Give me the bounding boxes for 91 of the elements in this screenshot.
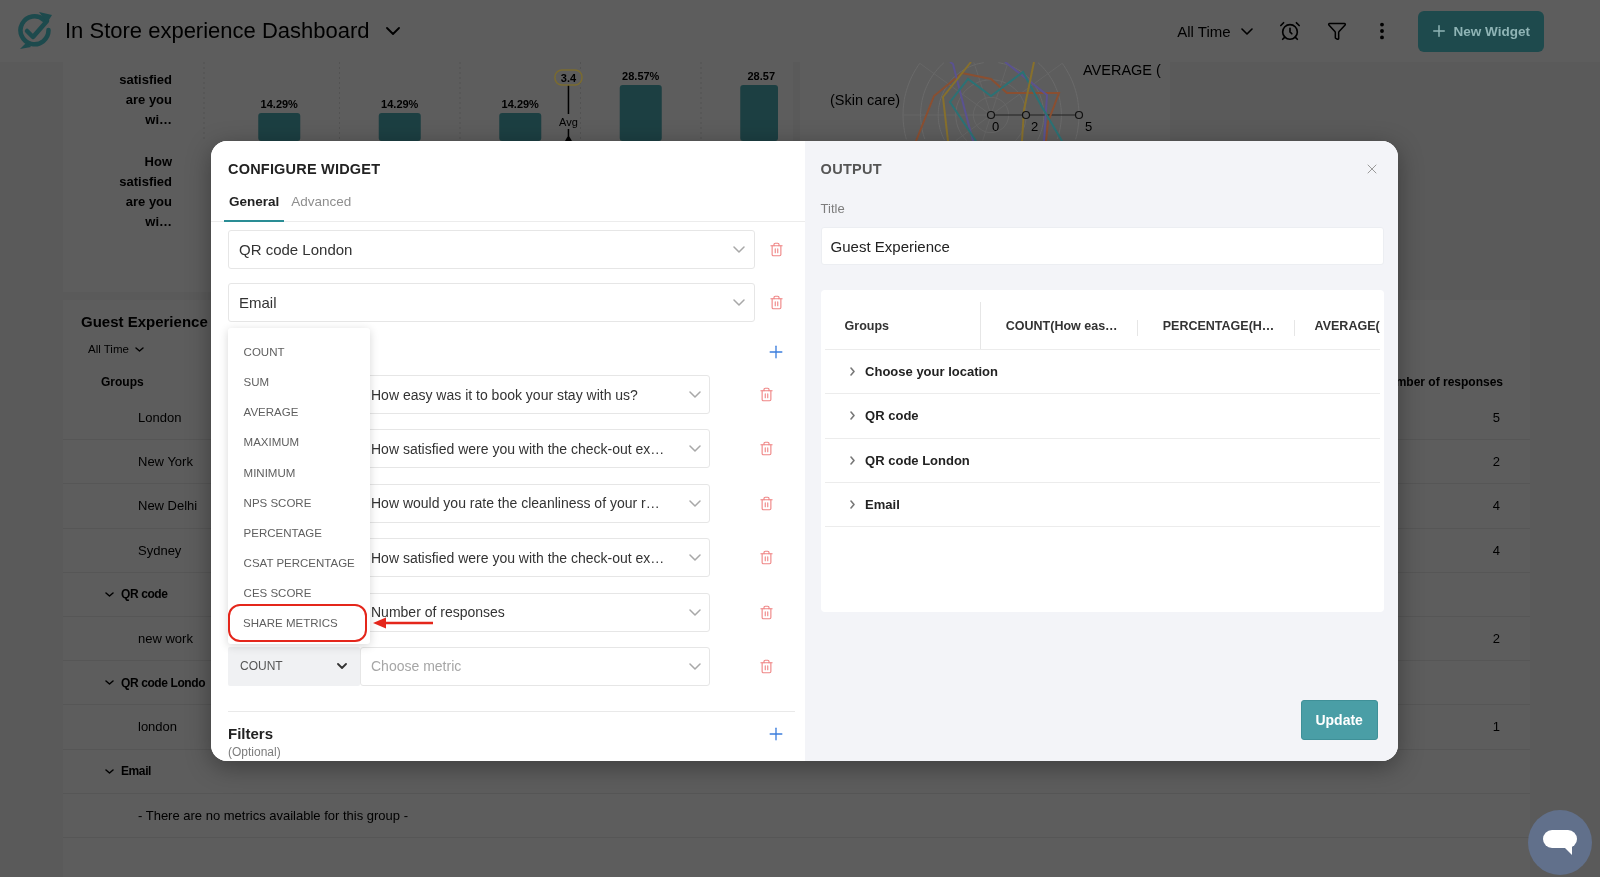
- alarm-clock-icon[interactable]: [1278, 20, 1301, 42]
- bar-value-label: 28.57%: [622, 70, 660, 82]
- chevron-down-icon: [733, 246, 745, 253]
- chevron-down-icon: [689, 608, 701, 616]
- chart-bar: [619, 85, 662, 141]
- question-label: satisfied are you wi…: [118, 71, 172, 129]
- axis-tick-label: 2: [1031, 119, 1039, 134]
- card-title: Guest Experience: [81, 312, 208, 332]
- chart-bar: [499, 113, 542, 141]
- row-name: New Delhi: [138, 498, 198, 514]
- average-caption: Avg: [559, 116, 578, 128]
- new-widget-button[interactable]: New Widget: [1417, 10, 1544, 52]
- menu-item[interactable]: COUNT: [228, 337, 370, 368]
- group-select[interactable]: QR code London: [228, 230, 755, 269]
- empty-group-note: - There are no metrics available for this group -: [138, 807, 408, 823]
- column-header: COUNT(How eas…: [981, 302, 1139, 349]
- section-hint: (Optional): [228, 745, 281, 759]
- axis-tick-marker: [1021, 110, 1031, 120]
- title-input[interactable]: Guest Experience: [820, 227, 1384, 265]
- chevron-down-icon[interactable]: [104, 680, 114, 686]
- chevron-down-icon[interactable]: [104, 768, 114, 774]
- trash-icon[interactable]: [758, 604, 774, 620]
- row-name: Sydney: [138, 542, 182, 558]
- panel-title: OUTPUT: [820, 161, 882, 177]
- axis-tick-marker: [986, 110, 996, 120]
- chevron-down-icon: [733, 299, 745, 306]
- row-value: 2: [1492, 454, 1500, 470]
- chevron-down-icon[interactable]: [104, 591, 114, 597]
- trash-icon[interactable]: [768, 242, 784, 257]
- chevron-down-icon: [689, 499, 701, 507]
- bar-value-label: 14.29%: [260, 98, 298, 110]
- chevron-right-icon[interactable]: [849, 500, 855, 510]
- chevron-down-icon: [689, 445, 701, 453]
- trash-icon[interactable]: [768, 295, 784, 310]
- chevron-down-icon: [337, 663, 347, 670]
- column-header: Groups: [101, 374, 144, 389]
- trash-icon[interactable]: [758, 495, 774, 511]
- tab[interactable]: General: [224, 194, 285, 222]
- filter-icon[interactable]: [1326, 21, 1347, 41]
- group-select[interactable]: Email: [228, 283, 755, 322]
- bar-value-label: 14.29%: [381, 98, 419, 110]
- radar-axis-label: (Skin care): [830, 92, 901, 108]
- chevron-down-icon: [689, 662, 701, 670]
- question-label: How satisfied are you wi…: [118, 153, 172, 231]
- panel-title: CONFIGURE WIDGET: [228, 160, 381, 178]
- row-name: new work: [138, 631, 193, 647]
- column-header: AVERAGE(: [1313, 317, 1380, 335]
- group-name: QR code Londo: [121, 675, 206, 690]
- axis-tick-label: 5: [1085, 119, 1093, 134]
- group-name: Choose your location: [865, 364, 998, 380]
- axis-tick-marker: [1074, 110, 1084, 120]
- section-title: Filters: [228, 724, 273, 743]
- group-name: QR code: [121, 587, 168, 602]
- dashboard-title: In Store experience Dashboard: [65, 17, 370, 45]
- chat-bubble-icon: [1543, 829, 1577, 856]
- axis-tick-label: 0: [992, 119, 1000, 134]
- aggregate-select[interactable]: COUNT: [228, 646, 360, 686]
- row-value: 2: [1492, 631, 1500, 647]
- chevron-right-icon[interactable]: [849, 455, 855, 465]
- bar-value-label: 14.29%: [501, 98, 539, 110]
- group-name: QR code: [865, 408, 919, 424]
- chevron-down-icon: [689, 554, 701, 562]
- field-label: Title: [820, 201, 845, 217]
- bar-value-label: 28.57: [747, 70, 775, 82]
- chart-bar: [378, 113, 421, 141]
- chevron-right-icon[interactable]: [849, 411, 855, 421]
- radar-axis-label: AVERAGE (: [1083, 62, 1161, 78]
- chevron-down-icon[interactable]: [385, 27, 400, 35]
- row-name: London: [138, 410, 182, 426]
- trash-icon[interactable]: [758, 387, 774, 402]
- trash-icon[interactable]: [758, 550, 774, 566]
- chart-bar: [740, 85, 778, 141]
- chevron-down-icon: [1240, 27, 1253, 35]
- column-header: Groups: [824, 302, 982, 349]
- group-name: Email: [121, 764, 152, 779]
- chevron-down-icon: [689, 391, 701, 398]
- row-name: london: [138, 719, 178, 735]
- column-header: PERCENTAGE(H…: [1138, 302, 1295, 349]
- average-value: 3.4: [560, 71, 577, 84]
- row-value: 5: [1492, 410, 1500, 426]
- group-name: Email: [865, 497, 900, 513]
- chart-bar: [258, 113, 301, 141]
- row-value: 4: [1492, 498, 1500, 514]
- chevron-right-icon[interactable]: [849, 367, 855, 377]
- group-name: QR code London: [865, 452, 970, 468]
- chevron-down-icon: [134, 346, 144, 352]
- row-name: New York: [138, 454, 193, 470]
- row-value: 1: [1492, 719, 1500, 735]
- trash-icon[interactable]: [758, 441, 774, 457]
- row-value: 4: [1492, 542, 1500, 558]
- trash-icon[interactable]: [758, 658, 774, 674]
